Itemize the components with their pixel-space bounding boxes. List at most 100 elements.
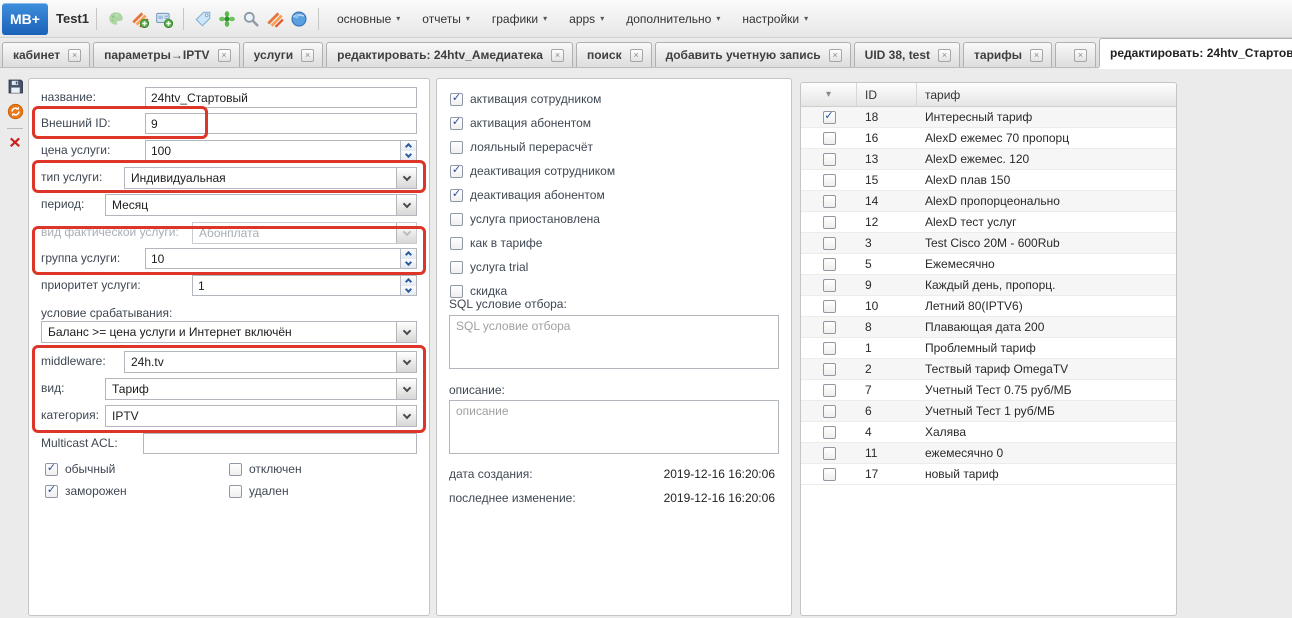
description-textarea[interactable] [449, 400, 779, 454]
priority-input[interactable] [192, 275, 417, 296]
period-select[interactable]: Месяц [105, 194, 417, 216]
row-checkbox[interactable]: ✓ [823, 279, 836, 292]
group-input[interactable] [145, 248, 417, 269]
tab[interactable]: добавить учетную запись × [655, 42, 851, 67]
close-icon[interactable]: × [551, 49, 564, 62]
chevron-down-icon[interactable] [396, 322, 416, 342]
grid-header-id-column[interactable]: ID [857, 83, 917, 106]
price-input[interactable] [145, 140, 417, 161]
row-checkbox[interactable]: ✓ [823, 216, 836, 229]
checkbox[interactable]: ✓ [450, 237, 463, 250]
checkbox[interactable]: ✓ [45, 485, 58, 498]
sql-condition-textarea[interactable] [449, 315, 779, 369]
group-spinner[interactable] [400, 249, 416, 268]
tab[interactable]: UID 38, test × [854, 42, 960, 67]
category-select[interactable]: IPTV [105, 405, 417, 427]
flag-checkbox-item[interactable]: ✓ услуга trial [437, 255, 791, 279]
checkbox[interactable]: ✓ [450, 165, 463, 178]
tab[interactable]: × [1055, 42, 1096, 67]
row-checkbox[interactable]: ✓ [823, 384, 836, 397]
close-icon[interactable]: × [1074, 49, 1087, 62]
close-icon[interactable]: × [1030, 49, 1043, 62]
checkbox[interactable]: ✓ [450, 213, 463, 226]
row-checkbox[interactable]: ✓ [823, 258, 836, 271]
chevron-down-icon[interactable] [396, 195, 416, 215]
menu-item[interactable]: основные ▾ [326, 0, 411, 38]
refresh-icon[interactable] [5, 101, 25, 121]
tab[interactable]: параметры→IPTV × [93, 42, 239, 67]
menu-item[interactable]: графики ▾ [481, 0, 558, 38]
row-checkbox[interactable]: ✓ [823, 132, 836, 145]
trigger-condition-select[interactable]: Баланс >= цена услуги и Интернет включён [41, 321, 417, 343]
menu-item[interactable]: apps ▾ [558, 0, 615, 38]
delete-icon[interactable]: × [5, 134, 25, 152]
table-row[interactable]: ✓ 6 Учетный Тест 1 руб/МБ [801, 401, 1176, 422]
menu-item[interactable]: дополнительно ▾ [615, 0, 731, 38]
checkbox[interactable]: ✓ [450, 141, 463, 154]
close-icon[interactable]: × [68, 49, 81, 62]
menu-item[interactable]: настройки ▾ [731, 0, 819, 38]
row-checkbox[interactable]: ✓ [823, 237, 836, 250]
chevron-down-icon[interactable] [396, 406, 416, 426]
row-checkbox[interactable]: ✓ [823, 174, 836, 187]
add-service-icon[interactable] [128, 7, 152, 31]
tab[interactable]: услуги × [243, 42, 324, 67]
checkbox[interactable]: ✓ [45, 463, 58, 476]
table-row[interactable]: ✓ 15 AlexD плав 150 [801, 170, 1176, 191]
palette-icon[interactable] [104, 7, 128, 31]
table-row[interactable]: ✓ 13 AlexD ежемес. 120 [801, 149, 1176, 170]
table-row[interactable]: ✓ 11 ежемесячно 0 [801, 443, 1176, 464]
row-checkbox[interactable]: ✓ [823, 468, 836, 481]
table-row[interactable]: ✓ 12 AlexD тест услуг [801, 212, 1176, 233]
grid-header-select-column[interactable]: ▾ [801, 83, 857, 106]
state-normal-checkbox[interactable]: ✓ обычный [45, 461, 115, 477]
price-spinner[interactable] [400, 141, 416, 160]
save-icon[interactable] [5, 76, 25, 96]
row-checkbox[interactable]: ✓ [823, 363, 836, 376]
state-frozen-checkbox[interactable]: ✓ заморожен [45, 483, 127, 499]
chevron-down-icon[interactable] [396, 352, 416, 372]
state-deleted-checkbox[interactable]: ✓ удален [229, 483, 289, 499]
search-icon[interactable] [239, 7, 263, 31]
table-row[interactable]: ✓ 14 AlexD пропорцеонально [801, 191, 1176, 212]
globe-icon[interactable] [287, 7, 311, 31]
table-row[interactable]: ✓ 3 Test Cisco 20M - 600Rub [801, 233, 1176, 254]
tag-icon[interactable] [191, 7, 215, 31]
table-row[interactable]: ✓ 5 Ежемесячно [801, 254, 1176, 275]
checkbox[interactable]: ✓ [229, 485, 242, 498]
checkbox[interactable]: ✓ [450, 117, 463, 130]
close-icon[interactable]: × [938, 49, 951, 62]
row-checkbox[interactable]: ✓ [823, 405, 836, 418]
name-input[interactable] [145, 87, 417, 108]
multicast-acl-input[interactable] [143, 433, 417, 454]
row-checkbox[interactable]: ✓ [823, 111, 836, 124]
row-checkbox[interactable]: ✓ [823, 342, 836, 355]
tab[interactable]: редактировать: 24htv_Стартовый × [1099, 38, 1292, 67]
flag-checkbox-item[interactable]: ✓ как в тарифе [437, 231, 791, 255]
row-checkbox[interactable]: ✓ [823, 300, 836, 313]
flag-checkbox-item[interactable]: ✓ деактивация сотрудником [437, 159, 791, 183]
table-row[interactable]: ✓ 7 Учетный Тест 0.75 руб/МБ [801, 380, 1176, 401]
flag-checkbox-item[interactable]: ✓ активация абонентом [437, 111, 791, 135]
row-checkbox[interactable]: ✓ [823, 447, 836, 460]
checkbox[interactable]: ✓ [450, 93, 463, 106]
app-logo[interactable]: MB+ [2, 3, 48, 35]
grid-header-tariff-column[interactable]: тариф [917, 83, 1176, 106]
flag-checkbox-item[interactable]: ✓ деактивация абонентом [437, 183, 791, 207]
chevron-down-icon[interactable]: ▾ [826, 89, 831, 100]
chevron-down-icon[interactable] [396, 379, 416, 399]
middleware-select[interactable]: 24h.tv [124, 351, 417, 373]
table-row[interactable]: ✓ 16 AlexD ежемес 70 пропорц [801, 128, 1176, 149]
services-icon[interactable] [263, 7, 287, 31]
table-row[interactable]: ✓ 8 Плавающая дата 200 [801, 317, 1176, 338]
state-disabled-checkbox[interactable]: ✓ отключен [229, 461, 302, 477]
row-checkbox[interactable]: ✓ [823, 153, 836, 166]
row-checkbox[interactable]: ✓ [823, 195, 836, 208]
tab[interactable]: тарифы × [963, 42, 1052, 67]
table-row[interactable]: ✓ 2 Тествый тариф OmegaTV [801, 359, 1176, 380]
table-row[interactable]: ✓ 1 Проблемный тариф [801, 338, 1176, 359]
close-icon[interactable]: × [218, 49, 231, 62]
tab[interactable]: редактировать: 24htv_Амедиатека × [326, 42, 573, 67]
menu-item[interactable]: отчеты ▾ [411, 0, 481, 38]
kind-select[interactable]: Тариф [105, 378, 417, 400]
